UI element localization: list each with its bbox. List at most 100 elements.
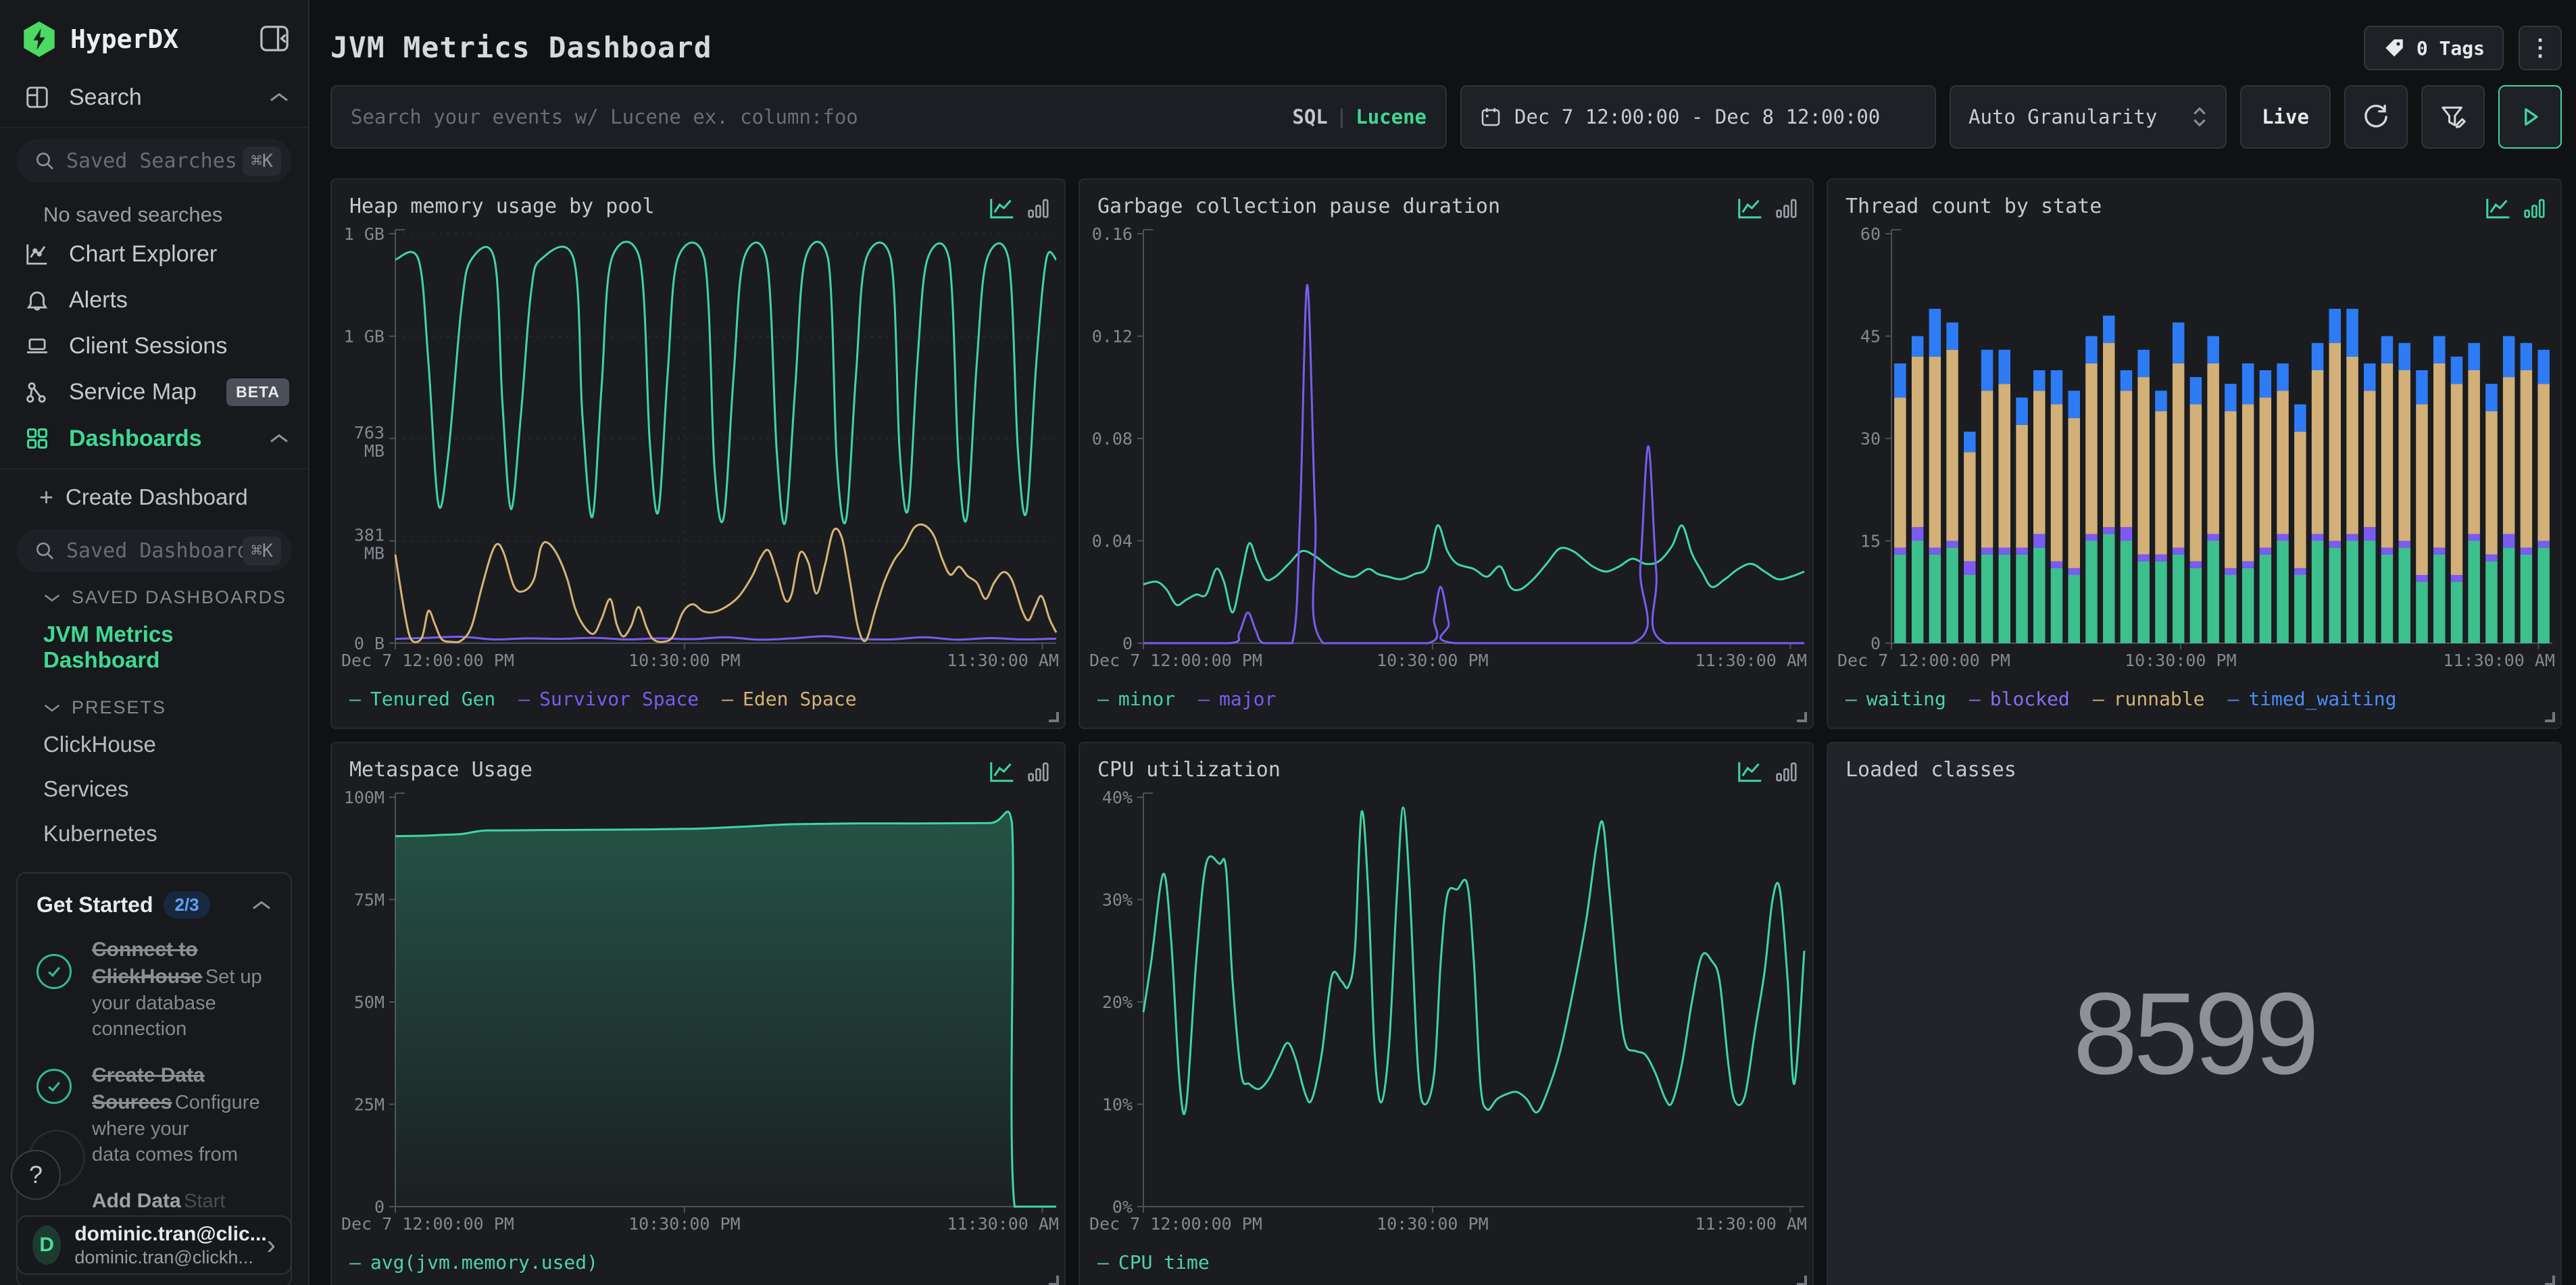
saved-searches-input[interactable] (66, 149, 243, 173)
saved-dashboards-input[interactable] (66, 538, 243, 563)
resize-handle-icon[interactable] (1797, 1276, 1807, 1285)
bar-segment (1946, 322, 1958, 350)
section-presets[interactable]: PRESETS (0, 682, 308, 722)
bar-segment (2225, 575, 2237, 643)
get-started-step-connect[interactable]: Connect to ClickHouse Set up your databas… (36, 936, 272, 1042)
help-button[interactable]: ? (11, 1150, 61, 1200)
bar-segment (1894, 554, 1906, 643)
legend-item[interactable]: — blocked (1969, 688, 2070, 710)
bar-segment (2502, 547, 2515, 643)
panel-gc-pause[interactable]: Garbage collection pause duration 0.16 0.… (1079, 178, 1814, 729)
bar-segment (2085, 363, 2098, 534)
divider (0, 468, 308, 470)
event-search-input[interactable] (351, 105, 1293, 128)
get-started-progress-badge: 2/3 (164, 891, 210, 919)
legend-item[interactable]: — waiting (1846, 688, 1946, 710)
resize-handle-icon[interactable] (1797, 712, 1807, 722)
legend-item[interactable]: — minor (1097, 688, 1175, 710)
preset-link-clickhouse[interactable]: ClickHouse (0, 722, 308, 767)
plus-icon: + (39, 483, 54, 511)
get-started-header[interactable]: Get Started 2/3 (36, 891, 272, 919)
resize-handle-icon[interactable] (2545, 1276, 2555, 1285)
panel-title: Loaded classes (1846, 758, 2016, 782)
saved-dashboard-link-jvm[interactable]: JVM Metrics Dashboard (0, 612, 308, 682)
preset-link-services[interactable]: Services (0, 767, 308, 811)
query-language-toggle[interactable]: SQL | Lucene (1292, 105, 1427, 128)
refresh-button[interactable] (2344, 85, 2408, 149)
tags-button[interactable]: 0 Tags (2363, 26, 2504, 70)
panel-title: Garbage collection pause duration (1097, 195, 1501, 218)
event-search[interactable]: SQL|Lucene (330, 85, 1447, 149)
saved-searches-search[interactable]: ⌘K (16, 139, 292, 182)
panel-cpu[interactable]: CPU utilization 40% 30% 20% 10% 0% Dec 7 12:0… (1079, 742, 1814, 1285)
panel-metaspace[interactable]: Metaspace Usage 100M 75M 50M 25M 0 Dec 7 12:0… (330, 742, 1066, 1285)
bar-segment (2294, 568, 2306, 575)
line-chart-icon[interactable] (989, 196, 1016, 220)
line-chart-icon[interactable] (1737, 759, 1764, 784)
bar-segment (2398, 547, 2410, 643)
saved-dashboards-search[interactable]: ⌘K (16, 529, 292, 572)
legend-item[interactable]: — Survivor Space (518, 688, 699, 710)
resize-handle-icon[interactable] (1049, 1276, 1059, 1285)
granularity-select[interactable]: Auto Granularity (1950, 85, 2227, 149)
filter-button[interactable] (2421, 85, 2485, 149)
svg-text:1 GB: 1 GB (344, 327, 385, 347)
legend-item[interactable]: — major (1198, 688, 1276, 710)
legend-item[interactable]: — timed_waiting (2227, 688, 2396, 710)
no-saved-searches-text: No saved searches (43, 203, 223, 226)
get-started-title: Get Started (36, 892, 153, 917)
sidebar-item-search[interactable]: Search (0, 74, 308, 120)
chart-explorer-icon (24, 241, 51, 268)
line-chart-icon[interactable] (1737, 196, 1764, 220)
bar-chart-icon[interactable] (1775, 759, 1799, 784)
bar-segment (1981, 390, 1993, 548)
series-line (394, 523, 1058, 643)
legend-item[interactable]: — Eden Space (722, 688, 856, 710)
create-dashboard-label: Create Dashboard (66, 484, 248, 509)
sidebar-item-chart-explorer[interactable]: Chart Explorer (0, 231, 308, 277)
sidebar-item-dashboards[interactable]: Dashboards (0, 415, 308, 461)
live-button[interactable]: Live (2240, 85, 2331, 149)
run-query-button[interactable] (2498, 85, 2562, 149)
legend-item[interactable]: — avg(jvm.memory.used) (349, 1251, 598, 1274)
bar-segment (2433, 336, 2446, 363)
bar-segment (2381, 363, 2394, 548)
legend-item[interactable]: — CPU time (1097, 1251, 1210, 1274)
sidebar-item-service-map[interactable]: Service Map BETA (0, 369, 308, 415)
bar-segment (2016, 424, 2028, 548)
resize-handle-icon[interactable] (1049, 712, 1059, 722)
sidebar-item-client-sessions[interactable]: Client Sessions (0, 323, 308, 369)
user-menu[interactable]: D dominic.tran@clic... dominic.tran@clic… (16, 1215, 292, 1275)
legend-item[interactable]: — Tenured Gen (349, 688, 495, 710)
bar-segment (1998, 554, 2010, 643)
bar-chart-icon[interactable] (1026, 759, 1051, 784)
lucene-toggle[interactable]: Lucene (1356, 105, 1427, 128)
panel-title: Heap memory usage by pool (349, 195, 655, 218)
svg-text:10:30:00 PM: 10:30:00 PM (2125, 651, 2237, 670)
bar-chart-icon[interactable] (1026, 196, 1051, 220)
section-saved-dashboards[interactable]: SAVED DASHBOARDS (0, 572, 308, 612)
preset-link-kubernetes[interactable]: Kubernetes (0, 811, 308, 856)
sql-toggle[interactable]: SQL (1292, 105, 1327, 128)
more-menu-button[interactable]: ⋮ (2519, 26, 2562, 70)
panel-thread-count[interactable]: Thread count by state 60 45 30 15 0 Dec 7 12:… (1827, 178, 2562, 729)
create-dashboard-button[interactable]: + Create Dashboard (0, 472, 308, 518)
svg-text:0.12: 0.12 (1092, 327, 1133, 347)
line-chart-icon[interactable] (2485, 196, 2512, 220)
sidebar-item-alerts[interactable]: Alerts (0, 277, 308, 323)
bar-chart-icon[interactable] (2523, 196, 2547, 220)
panel-loaded-classes[interactable]: Loaded classes 8599 (1827, 742, 2562, 1285)
time-range-picker[interactable]: Dec 7 12:00:00 - Dec 8 12:00:00 (1460, 85, 1936, 149)
panel-heap-memory[interactable]: Heap memory usage by pool 1 GB 1 GB 763 MB 3… (330, 178, 1066, 729)
resize-handle-icon[interactable] (2545, 712, 2555, 722)
chevron-up-icon (270, 434, 288, 443)
bar-segment (2433, 554, 2446, 643)
series-line (1142, 806, 1806, 1115)
bar-segment (2155, 554, 2167, 561)
legend-item[interactable]: — runnable (2093, 688, 2205, 710)
bar-segment (2416, 370, 2428, 405)
sidebar-collapse-button[interactable] (259, 25, 289, 54)
sidebar-header: HyperDX (0, 0, 308, 74)
line-chart-icon[interactable] (989, 759, 1016, 784)
bar-chart-icon[interactable] (1775, 196, 1799, 220)
